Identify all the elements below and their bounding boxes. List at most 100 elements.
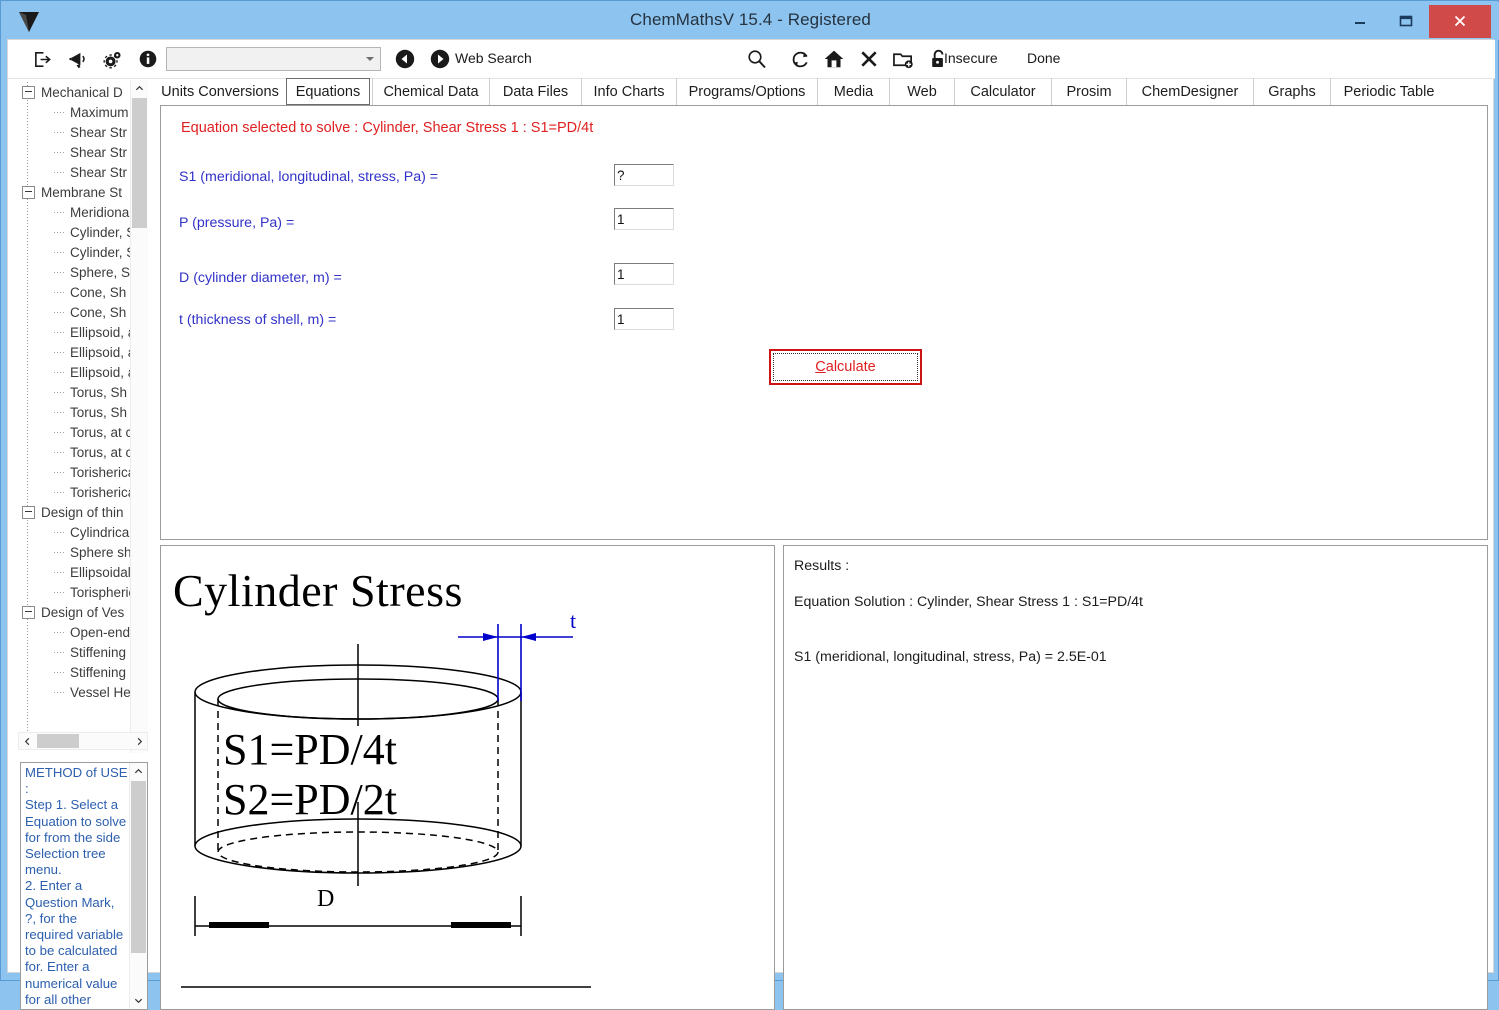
p-field-input[interactable] [614,208,674,230]
search-icon[interactable] [743,45,771,73]
tree-item[interactable]: Meridiona [54,202,129,222]
tab-prosim[interactable]: Prosim [1051,78,1126,105]
tree-item[interactable]: Shear Str [54,122,127,142]
tree-item[interactable]: Cylindrical [54,522,132,542]
chevron-up-icon[interactable] [131,80,148,97]
tree-item-label: Meridiona [70,204,130,220]
tab-equations[interactable]: Equations [286,78,370,105]
tree-item[interactable]: Torus, Sh [54,402,127,422]
refresh-icon[interactable] [786,45,814,73]
tree-hscroll-thumb[interactable] [37,734,79,748]
method-scroll-thumb[interactable] [131,781,146,953]
tab-bar: Units Conversions Equations Chemical Data D… [154,78,1494,105]
tree-item[interactable]: Stiffening [54,662,126,682]
tab-calculator[interactable]: Calculator [954,78,1051,105]
megaphone-icon[interactable] [64,45,92,73]
tree-item[interactable]: Sphere sh [54,542,132,562]
tree-item-label: Ellipsoid, a [70,364,136,380]
tree-item[interactable]: Cylinder, S [54,222,135,242]
search-combobox[interactable] [166,47,381,71]
collapse-icon[interactable] [22,605,35,619]
method-vertical-scrollbar[interactable] [129,763,147,1009]
collapse-icon[interactable] [22,185,35,199]
tree-connector [54,691,66,693]
back-circle-icon[interactable] [391,45,419,73]
insecure-label[interactable]: Insecure [944,50,998,66]
tree-scroll-thumb[interactable] [132,98,147,228]
chevron-right-icon[interactable] [131,733,147,749]
calculate-button[interactable]: Calculate [769,349,922,385]
maximize-button[interactable] [1383,6,1429,36]
tree-item[interactable]: Maximum [54,102,129,122]
close-button[interactable] [1429,4,1491,38]
tree-item-label: Ellipsoid, a [70,344,136,360]
tree-item[interactable]: Design of Ves [22,602,124,622]
collapse-icon[interactable] [22,505,35,519]
tree-item[interactable]: Torispheric [54,582,135,602]
chevron-down-icon[interactable] [130,992,147,1009]
tree-item[interactable]: Shear Str [54,142,127,162]
tab-units-conversions[interactable]: Units Conversions [154,78,286,105]
tab-info-charts[interactable]: Info Charts [581,78,676,105]
tree-item[interactable]: Shear Str [54,162,127,182]
chevron-left-icon[interactable] [19,733,35,749]
tree-item[interactable]: Sphere, S [54,262,130,282]
tree-item-label: Torisherica [70,484,136,500]
forward-circle-icon[interactable] [426,45,454,73]
tree-connector [54,631,66,633]
tree-item[interactable]: Ellipsoid, a [54,362,135,382]
tab-periodic-table[interactable]: Periodic Table [1330,78,1447,105]
calculate-label: alculate [825,359,876,375]
t-field-input[interactable] [614,308,674,330]
tab-chemical-data[interactable]: Chemical Data [372,78,489,105]
method-of-use-panel[interactable]: METHOD of USE : Step 1. Select a Equatio… [20,762,148,1010]
tree-item[interactable]: Torus, at c [54,442,132,462]
tree-item[interactable]: Membrane St [22,182,122,202]
tab-data-files[interactable]: Data Files [489,78,581,105]
info-icon[interactable] [134,45,162,73]
done-label[interactable]: Done [1027,50,1060,66]
tab-graphs[interactable]: Graphs [1253,78,1330,105]
results-panel[interactable]: Results : Equation Solution : Cylinder, … [783,545,1488,1010]
tree-horizontal-scrollbar[interactable] [18,732,148,750]
minimize-button[interactable] [1337,6,1383,36]
gears-icon[interactable] [98,45,126,73]
selected-equation-label: Equation selected to solve : Cylinder, S… [181,120,594,136]
tree-connector [54,411,66,413]
tree-item[interactable]: Cone, Sh [54,302,126,322]
tree-item[interactable]: Stiffening [54,642,126,662]
tree-item[interactable]: Ellipsoid, a [54,342,135,362]
s1-field-input[interactable] [614,164,674,186]
tree-item[interactable]: Design of thin [22,502,124,522]
tree-item[interactable]: Ellipsoid, a [54,322,135,342]
tree-item-label: Cone, Sh [70,284,127,300]
tree-item[interactable]: Vessel He [54,682,131,702]
new-folder-icon[interactable] [889,45,917,73]
tree-item[interactable]: Torus, Sh [54,382,127,402]
method-of-use-text: METHOD of USE : Step 1. Select a Equatio… [25,765,128,1009]
chevron-up-icon[interactable] [130,763,147,780]
tree-connector [54,211,66,213]
tab-media[interactable]: Media [817,78,889,105]
tree-item[interactable]: Cone, Sh [54,282,126,302]
tree-item-label: Maximum [70,104,129,120]
tab-chemdesigner[interactable]: ChemDesigner [1126,78,1253,105]
tree-vertical-scrollbar[interactable] [130,80,148,753]
home-icon[interactable] [820,45,848,73]
tree-connector [54,351,66,353]
tree-item[interactable]: Torisherica [54,462,135,482]
exit-icon[interactable] [28,45,56,73]
tab-web[interactable]: Web [889,78,954,105]
tree-item[interactable]: Ellipsoidal [54,562,131,582]
stop-x-icon[interactable] [855,45,883,73]
web-search-label[interactable]: Web Search [455,50,532,66]
tree-item[interactable]: Mechanical D [22,82,123,102]
tree-item[interactable]: Torus, at c [54,422,132,442]
d-field-input[interactable] [614,263,674,285]
tree-item[interactable]: Open-end [54,622,130,642]
tree-item[interactable]: Cylinder, S [54,242,135,262]
tab-programs-options[interactable]: Programs/Options [676,78,817,105]
collapse-icon[interactable] [22,85,35,99]
tree-item[interactable]: Torisherica [54,482,135,502]
selection-tree[interactable]: Mechanical D Maximum Shear Str Shear Str She… [18,80,148,753]
